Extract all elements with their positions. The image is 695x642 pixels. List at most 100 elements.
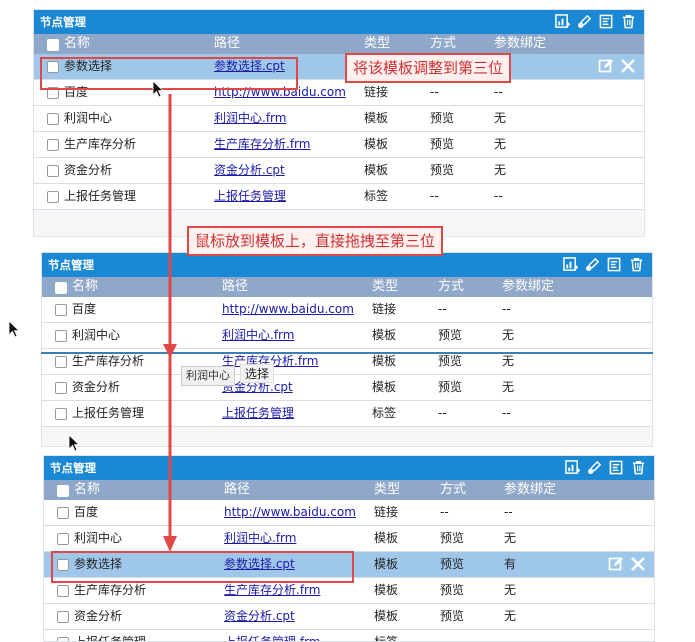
row-name: 百度 <box>74 505 99 519</box>
row-param: -- <box>504 635 513 642</box>
row-name: 生产库存分析 <box>64 137 137 151</box>
row-name: 利润中心 <box>64 111 113 125</box>
form-icon[interactable] <box>609 460 624 475</box>
row-name: 利润中心 <box>72 328 121 342</box>
close-icon[interactable] <box>630 556 646 572</box>
panel-title: 节点管理 <box>40 15 86 29</box>
row-checkbox[interactable] <box>55 330 67 342</box>
trash-icon[interactable] <box>629 257 644 272</box>
table-row[interactable]: 百度 http://www.baidu.com 链接 -- -- <box>42 297 652 323</box>
edit-icon[interactable] <box>608 556 624 572</box>
table-row[interactable]: 资金分析 资金分析.cpt 模板 预览无 <box>34 158 644 184</box>
edit-link-icon[interactable] <box>585 257 600 272</box>
edit-link-icon[interactable] <box>587 460 602 475</box>
row-type: 模板 <box>374 583 399 597</box>
table-row[interactable]: 利润中心 利润中心.frm 模板 预览 无 <box>34 106 644 132</box>
header-type: 类型 <box>374 482 401 497</box>
table-row[interactable]: 资金分析 资金分析.cpt 模板 预览无 <box>44 604 654 630</box>
row-param: -- <box>504 505 513 519</box>
table-row[interactable]: 百度 http://www.baidu.com 链接 -- -- <box>44 500 654 526</box>
trash-icon[interactable] <box>631 460 646 475</box>
header-name: 名称 <box>74 482 101 497</box>
row-type: 模板 <box>372 380 397 394</box>
row-path-link[interactable]: 上报任务管理.frm <box>224 635 320 641</box>
row-checkbox[interactable] <box>57 611 69 623</box>
row-mode: -- <box>438 302 447 316</box>
table-row[interactable]: 上报任务管理 上报任务管理.frm 标签 -- -- <box>44 630 654 642</box>
row-checkbox[interactable] <box>57 507 69 519</box>
row-checkbox[interactable] <box>55 304 67 316</box>
row-path-link[interactable]: 上报任务管理 <box>214 189 286 203</box>
chart-add-icon[interactable] <box>563 257 578 272</box>
row-checkbox[interactable] <box>57 533 69 545</box>
row-param: -- <box>502 406 511 420</box>
header-param: 参数绑定 <box>494 36 547 51</box>
header-param: 参数绑定 <box>502 279 555 294</box>
panel-title: 节点管理 <box>50 461 96 475</box>
row-name: 资金分析 <box>72 380 121 394</box>
drag-ghost-label: 选择 <box>240 364 275 383</box>
table-row[interactable]: 利润中心 利润中心.frm 模板 预览 无 <box>44 526 654 552</box>
row-checkbox[interactable] <box>55 408 67 420</box>
panel-titlebar: 节点管理 <box>44 456 654 480</box>
row-mode: -- <box>430 85 439 99</box>
panel-titlebar: 节点管理 <box>34 10 644 34</box>
row-mode: -- <box>440 505 449 519</box>
row-mode: 预览 <box>440 531 465 545</box>
row-checkbox[interactable] <box>55 382 67 394</box>
table-row[interactable]: 生产库存分析 生产库存分析.frm 模板 预览 无 <box>34 132 644 158</box>
row-path-link[interactable]: 生产库存分析.frm <box>224 583 320 597</box>
row-name: 资金分析 <box>74 609 123 623</box>
row-checkbox[interactable] <box>47 113 59 125</box>
table-header: 名称 路径 类型 方式 参数绑定 <box>34 34 644 54</box>
panel-toolbar <box>565 460 646 475</box>
close-icon[interactable] <box>620 58 636 74</box>
node-panel-after: 节点管理 名称 路径 类型 方式 参数绑定 百度 http://www.baidu… <box>43 455 655 642</box>
drop-indicator <box>41 352 653 354</box>
row-path-link[interactable]: 生产库存分析.frm <box>214 137 310 151</box>
header-param: 参数绑定 <box>504 482 557 497</box>
row-param: 无 <box>494 111 507 125</box>
row-param: -- <box>494 189 503 203</box>
row-path-link[interactable]: 资金分析.cpt <box>224 609 295 623</box>
row-path-link[interactable]: 利润中心.frm <box>222 328 294 342</box>
row-checkbox[interactable] <box>47 191 59 203</box>
row-param: 无 <box>504 583 517 597</box>
row-checkbox[interactable] <box>55 356 67 368</box>
row-mode: 预览 <box>430 163 455 177</box>
row-checkbox[interactable] <box>57 585 69 597</box>
table-row[interactable]: 利润中心 利润中心.frm 模板 预览 无 <box>42 323 652 349</box>
row-param: 无 <box>494 137 507 151</box>
form-icon[interactable] <box>607 257 622 272</box>
row-mode: 预览 <box>430 137 455 151</box>
trash-icon[interactable] <box>621 14 636 29</box>
row-checkbox[interactable] <box>47 139 59 151</box>
row-path-link[interactable]: 利润中心.frm <box>214 111 286 125</box>
select-all-checkbox[interactable] <box>55 282 67 294</box>
row-path-link[interactable]: 利润中心.frm <box>224 531 296 545</box>
select-all-checkbox[interactable] <box>47 39 59 51</box>
table-row[interactable]: 上报任务管理 上报任务管理 标签 -- -- <box>42 401 652 427</box>
select-all-checkbox[interactable] <box>57 485 69 497</box>
table-body: 百度 http://www.baidu.com 链接 -- -- 利润中心 利润中心.frm… <box>42 297 652 427</box>
header-type: 类型 <box>372 279 399 294</box>
row-actions <box>608 556 646 572</box>
row-mode: -- <box>438 406 447 420</box>
panel-titlebar: 节点管理 <box>42 253 652 277</box>
row-checkbox[interactable] <box>47 165 59 177</box>
table-row[interactable]: 上报任务管理 上报任务管理 标签 -- -- <box>34 184 644 210</box>
row-path-link[interactable]: http://www.baidu.com <box>224 505 356 519</box>
row-name: 利润中心 <box>74 531 123 545</box>
highlight-box-result <box>51 551 354 583</box>
row-path-link[interactable]: 资金分析.cpt <box>214 163 285 177</box>
chart-add-icon[interactable] <box>565 460 580 475</box>
row-path-link[interactable]: http://www.baidu.com <box>222 302 354 316</box>
table-row[interactable]: 资金分析 资金分析.cpt 模板 预览无 <box>42 375 652 401</box>
row-path-link[interactable]: 上报任务管理 <box>222 406 294 420</box>
form-icon[interactable] <box>599 14 614 29</box>
row-param: -- <box>494 85 503 99</box>
edit-icon[interactable] <box>598 58 614 74</box>
chart-add-icon[interactable] <box>555 14 570 29</box>
row-checkbox[interactable] <box>57 637 69 641</box>
edit-link-icon[interactable] <box>577 14 592 29</box>
